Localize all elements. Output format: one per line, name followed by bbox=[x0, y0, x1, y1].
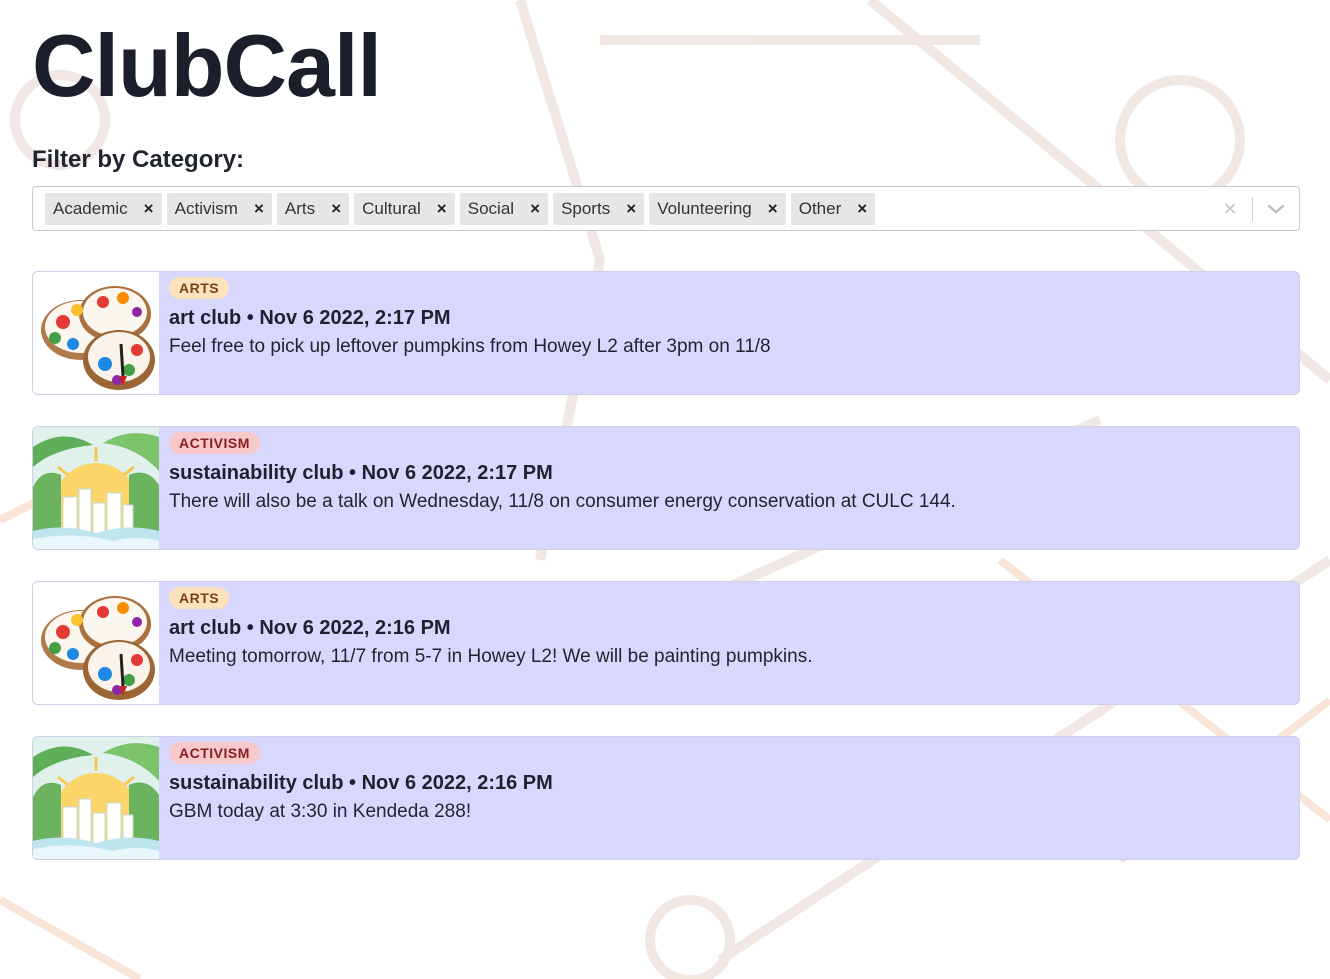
remove-chip-icon[interactable]: × bbox=[429, 193, 455, 225]
post-card[interactable]: ARTS art club • Nov 6 2022, 2:16 PM Meet… bbox=[32, 581, 1300, 705]
club-image bbox=[33, 582, 159, 704]
chip-label: Social bbox=[467, 198, 515, 218]
chip-label: Other bbox=[798, 198, 842, 218]
green-city-image bbox=[33, 427, 159, 549]
category-chip-social: Social × bbox=[459, 192, 549, 225]
club-image bbox=[33, 272, 159, 394]
selected-chips: Academic × Activism × Arts × Cultural × … bbox=[45, 192, 1208, 225]
chip-label: Cultural bbox=[362, 198, 421, 218]
post-card[interactable]: ARTS art club • Nov 6 2022, 2:17 PM Feel… bbox=[32, 271, 1300, 395]
chip-label: Sports bbox=[561, 198, 611, 218]
category-chip-academic: Academic × bbox=[45, 192, 162, 225]
post-body: ACTIVISM sustainability club • Nov 6 202… bbox=[159, 737, 553, 859]
post-card[interactable]: ACTIVISM sustainability club • Nov 6 202… bbox=[32, 426, 1300, 550]
category-tag: ACTIVISM bbox=[169, 432, 260, 454]
category-chip-sports: Sports × bbox=[553, 192, 645, 225]
category-tag: ARTS bbox=[169, 587, 230, 609]
category-chip-other: Other × bbox=[790, 192, 876, 225]
post-card[interactable]: ACTIVISM sustainability club • Nov 6 202… bbox=[32, 736, 1300, 860]
chip-label: Arts bbox=[284, 198, 316, 218]
post-feed: ARTS art club • Nov 6 2022, 2:17 PM Feel… bbox=[32, 271, 1300, 860]
post-meta: sustainability club • Nov 6 2022, 2:16 P… bbox=[169, 772, 553, 794]
post-body: ARTS art club • Nov 6 2022, 2:16 PM Meet… bbox=[159, 582, 813, 704]
category-tag: ARTS bbox=[169, 277, 230, 299]
green-city-image bbox=[33, 737, 159, 859]
category-chip-volunteering: Volunteering × bbox=[649, 192, 786, 225]
chip-label: Activism bbox=[174, 198, 238, 218]
post-body: ARTS art club • Nov 6 2022, 2:17 PM Feel… bbox=[159, 272, 771, 394]
post-message: Feel free to pick up leftover pumpkins f… bbox=[169, 336, 771, 357]
remove-chip-icon[interactable]: × bbox=[136, 193, 162, 225]
paint-palette-image bbox=[33, 582, 159, 704]
post-message: Meeting tomorrow, 11/7 from 5-7 in Howey… bbox=[169, 646, 813, 667]
post-message: GBM today at 3:30 in Kendeda 288! bbox=[169, 801, 472, 822]
filter-label: Filter by Category: bbox=[32, 146, 245, 173]
clear-icon[interactable]: × bbox=[1208, 196, 1252, 222]
category-chip-arts: Arts × bbox=[276, 192, 350, 225]
post-meta: sustainability club • Nov 6 2022, 2:17 P… bbox=[169, 462, 553, 484]
remove-chip-icon[interactable]: × bbox=[618, 193, 644, 225]
post-meta: art club • Nov 6 2022, 2:17 PM bbox=[169, 307, 451, 329]
chip-label: Volunteering bbox=[657, 198, 752, 218]
post-message: There will also be a talk on Wednesday, … bbox=[169, 491, 956, 512]
remove-chip-icon[interactable]: × bbox=[760, 193, 786, 225]
club-image bbox=[33, 737, 159, 859]
app-title: ClubCall bbox=[32, 16, 382, 115]
paint-palette-image bbox=[33, 272, 159, 394]
post-body: ACTIVISM sustainability club • Nov 6 202… bbox=[159, 427, 956, 549]
chevron-down-icon[interactable] bbox=[1253, 203, 1299, 215]
select-indicators: × bbox=[1208, 187, 1299, 230]
chip-label: Academic bbox=[53, 198, 128, 218]
category-multiselect[interactable]: Academic × Activism × Arts × Cultural × … bbox=[32, 186, 1300, 231]
category-chip-cultural: Cultural × bbox=[354, 192, 455, 225]
remove-chip-icon[interactable]: × bbox=[522, 193, 548, 225]
post-meta: art club • Nov 6 2022, 2:16 PM bbox=[169, 617, 451, 639]
remove-chip-icon[interactable]: × bbox=[246, 193, 272, 225]
category-tag: ACTIVISM bbox=[169, 742, 260, 764]
category-chip-activism: Activism × bbox=[166, 192, 272, 225]
club-image bbox=[33, 427, 159, 549]
remove-chip-icon[interactable]: × bbox=[849, 193, 875, 225]
remove-chip-icon[interactable]: × bbox=[323, 193, 349, 225]
